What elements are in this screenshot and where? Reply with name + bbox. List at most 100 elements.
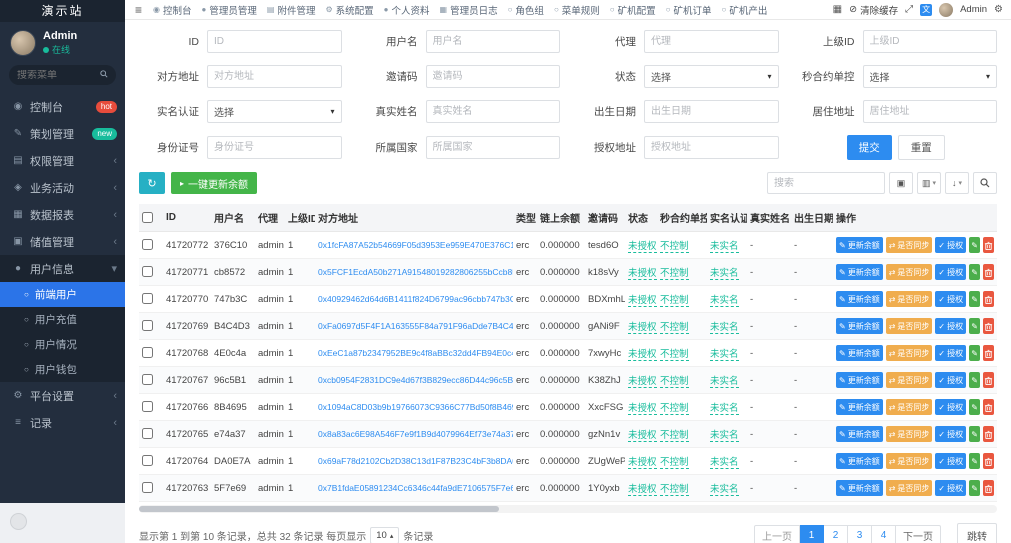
language-icon[interactable]: 文	[920, 4, 932, 16]
fullscreen-icon[interactable]: ⤢	[905, 4, 913, 15]
update-all-balance-button[interactable]: ▸ 一键更新余额	[171, 172, 257, 194]
columns-button[interactable]: ▥▾	[917, 172, 941, 194]
contract-control-link[interactable]: 不控制	[660, 403, 689, 415]
topnav-item-role-group[interactable]: ○角色组	[503, 0, 549, 20]
contract-control-link[interactable]: 不控制	[660, 484, 689, 496]
edit-button[interactable]: ✎	[969, 480, 980, 496]
sidebar-item-activity[interactable]: ◈业务活动‹	[0, 174, 125, 201]
address-link[interactable]: 0xcb0954F2831DC9e4d67f3B829ecc86D44c96c5…	[318, 375, 513, 385]
authorize-button[interactable]: ✓授权	[935, 399, 966, 415]
topnav-item-miner-config[interactable]: ○矿机配置	[605, 0, 661, 20]
update-balance-button[interactable]: ✎更新余额	[836, 399, 883, 415]
sync-button[interactable]: ⇄是否同步	[886, 480, 933, 496]
row-checkbox[interactable]	[142, 347, 153, 358]
row-checkbox[interactable]	[142, 455, 153, 466]
topbar-admin-name[interactable]: Admin	[960, 4, 987, 15]
filter-input-auth-address[interactable]	[644, 136, 779, 159]
apps-grid-icon[interactable]: ▦	[833, 4, 842, 15]
sync-button[interactable]: ⇄是否同步	[886, 264, 933, 280]
kyc-link[interactable]: 未实名	[710, 241, 739, 253]
delete-button[interactable]	[983, 237, 994, 253]
address-link[interactable]: 0xFa0697d5F4F1A163555F84a791F96aDde7B4C4…	[318, 321, 513, 331]
status-link[interactable]: 未授权	[628, 403, 657, 415]
filter-input-birthday[interactable]	[644, 100, 779, 123]
sidebar-item-deposit[interactable]: ▣储值管理‹	[0, 228, 125, 255]
contract-control-link[interactable]: 不控制	[660, 268, 689, 280]
contract-control-link[interactable]: 不控制	[660, 457, 689, 469]
filter-input-address[interactable]	[207, 65, 342, 88]
kyc-link[interactable]: 未实名	[710, 349, 739, 361]
address-link[interactable]: 0x1094aC8D03b9b19766073C9366C77Bd50f8B46…	[318, 402, 513, 412]
contract-control-link[interactable]: 不控制	[660, 322, 689, 334]
export-button[interactable]: ↓▾	[945, 172, 969, 194]
status-link[interactable]: 未授权	[628, 430, 657, 442]
filter-input-country[interactable]	[426, 136, 561, 159]
kyc-link[interactable]: 未实名	[710, 322, 739, 334]
address-link[interactable]: 0x7B1fdaE05891234Cc6346c44fa9dE7106575F7…	[318, 483, 513, 493]
address-link[interactable]: 0xEeC1a87b2347952BE9c4f8aBBc32dd4FB94E0c…	[318, 348, 513, 358]
filter-input-parent-id[interactable]	[863, 30, 998, 53]
address-link[interactable]: 0x8a83ac6E98A546F7e9f1B9d4079964Ef73e74a…	[318, 429, 513, 439]
filter-input-residence[interactable]	[863, 100, 998, 123]
refresh-button[interactable]: ↻	[139, 172, 165, 194]
delete-button[interactable]	[983, 480, 994, 496]
row-checkbox[interactable]	[142, 374, 153, 385]
row-checkbox[interactable]	[142, 266, 153, 277]
topbar-avatar[interactable]	[939, 3, 953, 17]
edit-button[interactable]: ✎	[969, 237, 980, 253]
row-checkbox[interactable]	[142, 239, 153, 250]
authorize-button[interactable]: ✓授权	[935, 453, 966, 469]
delete-button[interactable]	[983, 453, 994, 469]
update-balance-button[interactable]: ✎更新余额	[836, 372, 883, 388]
address-link[interactable]: 0x1fcFA87A52b54669F05d3953Ee959E470E376C…	[318, 240, 513, 250]
status-link[interactable]: 未授权	[628, 349, 657, 361]
authorize-button[interactable]: ✓授权	[935, 426, 966, 442]
authorize-button[interactable]: ✓授权	[935, 480, 966, 496]
contract-control-link[interactable]: 不控制	[660, 430, 689, 442]
filter-input-invite-code[interactable]	[426, 65, 561, 88]
edit-button[interactable]: ✎	[969, 399, 980, 415]
reset-button[interactable]: 重置	[898, 135, 945, 160]
status-link[interactable]: 未授权	[628, 322, 657, 334]
delete-button[interactable]	[983, 345, 994, 361]
page-button-2[interactable]: 2	[824, 525, 848, 543]
update-balance-button[interactable]: ✎更新余额	[836, 426, 883, 442]
row-checkbox[interactable]	[142, 482, 153, 493]
update-balance-button[interactable]: ✎更新余额	[836, 264, 883, 280]
sync-button[interactable]: ⇄是否同步	[886, 426, 933, 442]
scrollbar-thumb[interactable]	[139, 506, 499, 512]
page-button-4[interactable]: 4	[872, 525, 896, 543]
row-checkbox[interactable]	[142, 428, 153, 439]
filter-select-status[interactable]: 选择▾	[644, 65, 779, 88]
authorize-button[interactable]: ✓授权	[935, 372, 966, 388]
address-link[interactable]: 0x69aF78d2102Cb2D38C13d1F87B23C4bF3b8DA0…	[318, 456, 513, 466]
select-all-checkbox[interactable]	[142, 212, 153, 223]
address-link[interactable]: 0x40929462d64d6B1411f824D6799ac96cbb747b…	[318, 294, 513, 304]
sync-button[interactable]: ⇄是否同步	[886, 291, 933, 307]
kyc-link[interactable]: 未实名	[710, 430, 739, 442]
filter-input-username[interactable]	[426, 30, 561, 53]
kyc-link[interactable]: 未实名	[710, 295, 739, 307]
edit-button[interactable]: ✎	[969, 318, 980, 334]
authorize-button[interactable]: ✓授权	[935, 264, 966, 280]
sidebar-item-platform[interactable]: ⚙平台设置‹	[0, 382, 125, 409]
delete-button[interactable]	[983, 372, 994, 388]
address-link[interactable]: 0x5FCF1EcdA50b271A91548019282806255bCcb8…	[318, 267, 513, 277]
sync-button[interactable]: ⇄是否同步	[886, 345, 933, 361]
authorize-button[interactable]: ✓授权	[935, 291, 966, 307]
filter-input-real-name[interactable]	[426, 100, 561, 123]
topnav-item-system-config[interactable]: ⚙系统配置	[320, 0, 378, 20]
status-link[interactable]: 未授权	[628, 295, 657, 307]
update-balance-button[interactable]: ✎更新余额	[836, 480, 883, 496]
topnav-item-profile[interactable]: ●个人资料	[379, 0, 435, 20]
delete-button[interactable]	[983, 426, 994, 442]
search-toggle-button[interactable]	[973, 172, 997, 194]
float-action-button[interactable]	[10, 513, 27, 530]
edit-button[interactable]: ✎	[969, 426, 980, 442]
sidebar-item-plan[interactable]: ✎策划管理new	[0, 120, 125, 147]
topnav-item-attachment[interactable]: ▤附件管理	[262, 0, 321, 20]
sidebar-item-report[interactable]: ▦数据报表‹	[0, 201, 125, 228]
topnav-item-miner-output[interactable]: ○矿机产出	[717, 0, 773, 20]
contract-control-link[interactable]: 不控制	[660, 349, 689, 361]
status-link[interactable]: 未授权	[628, 241, 657, 253]
